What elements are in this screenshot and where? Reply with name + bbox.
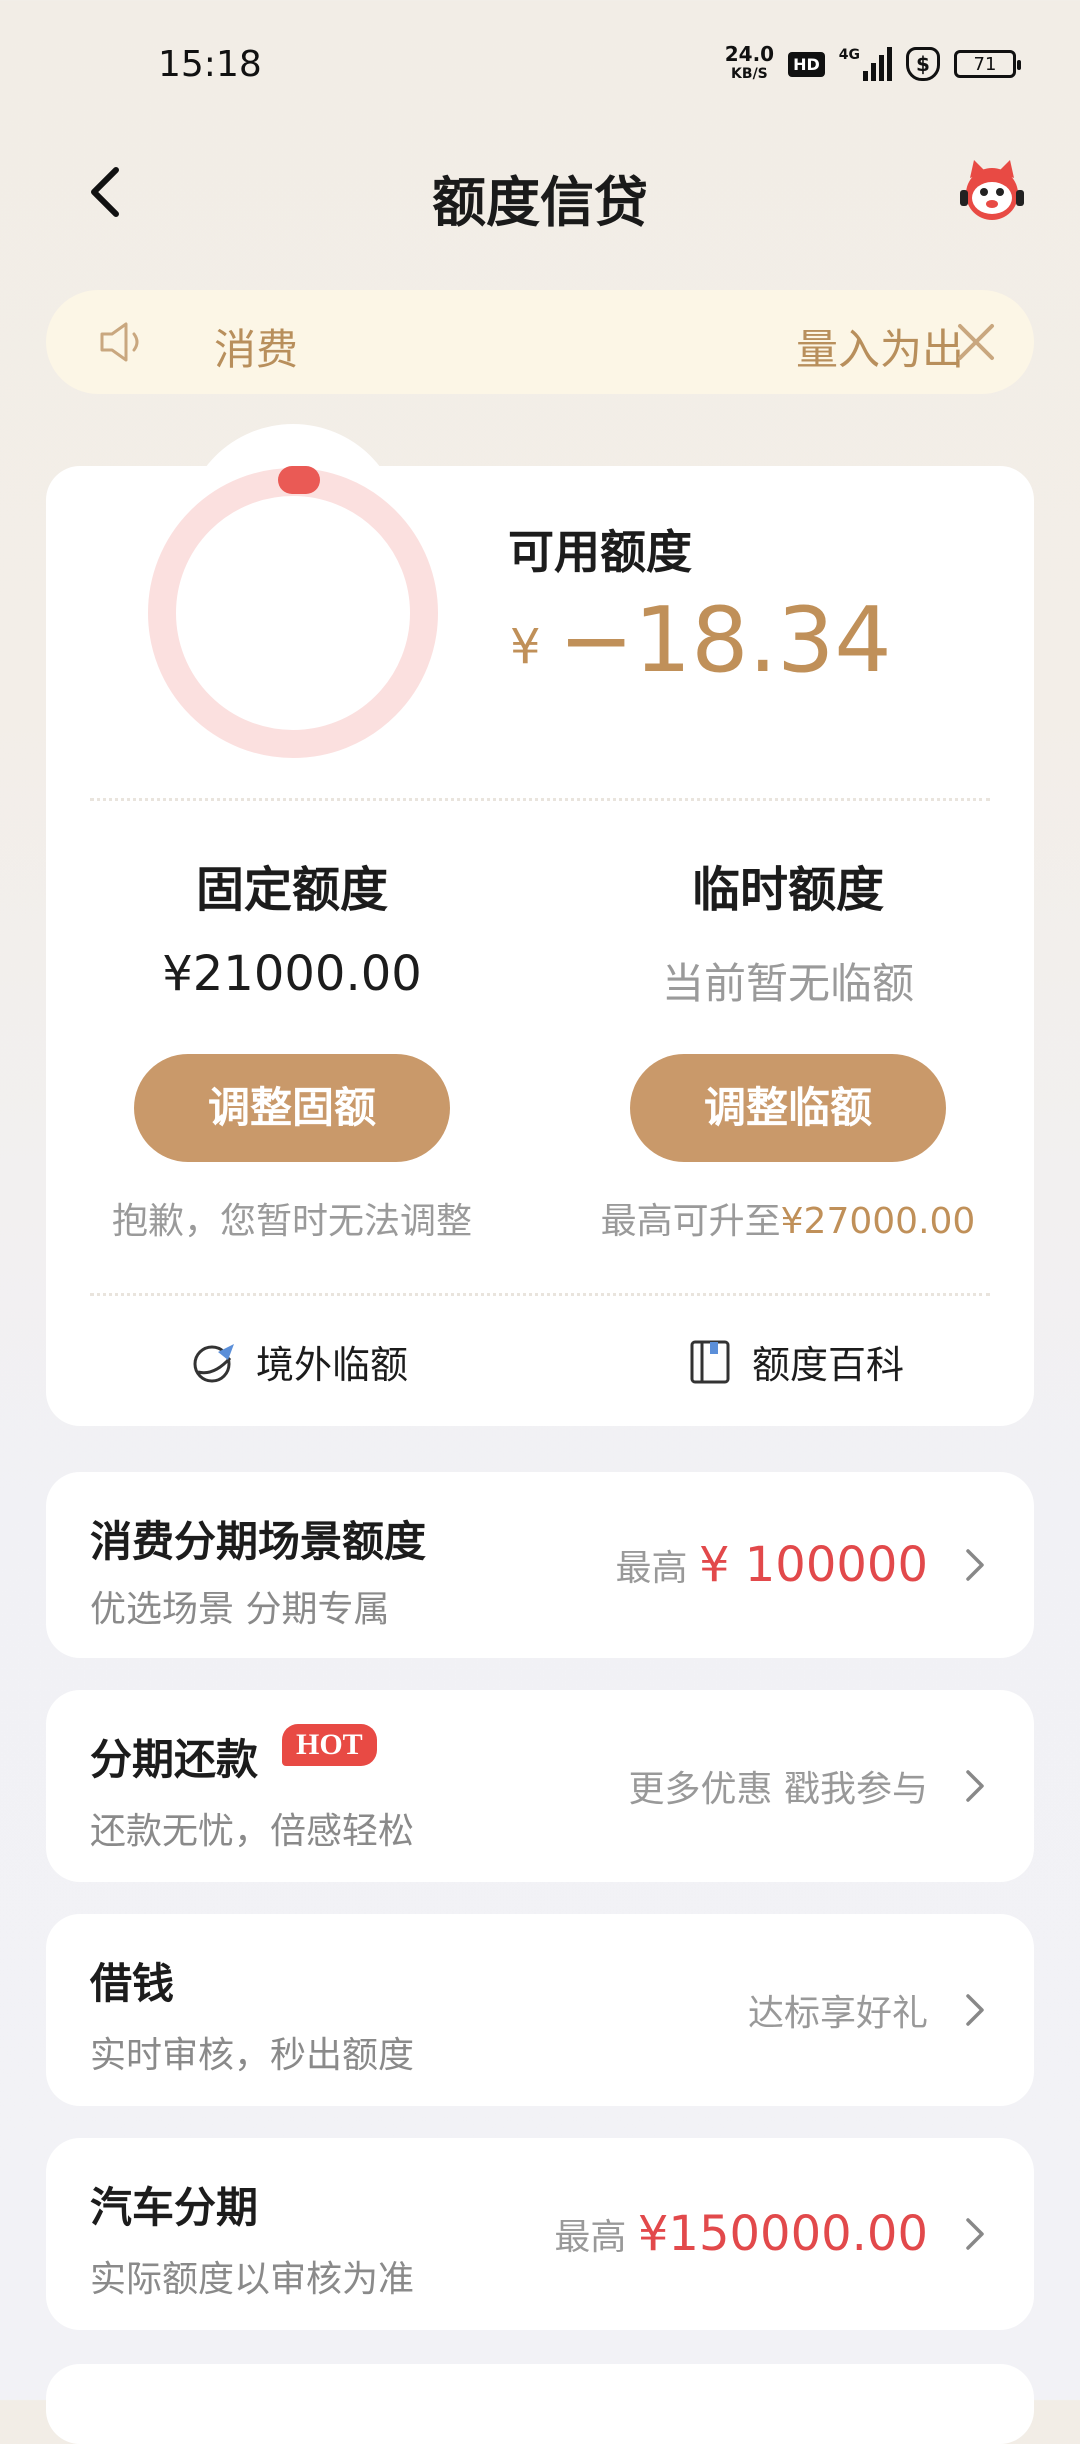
nav-header: 额度信贷 [0,140,1080,250]
list-item-borrow[interactable]: 借钱 实时审核，秒出额度 达标享好礼 [46,1914,1034,2106]
adjust-temp-button[interactable]: 调整临额 [630,1054,946,1162]
available-amount: ¥ −18.34 [510,588,892,693]
adjust-fixed-button[interactable]: 调整固额 [134,1054,450,1162]
list-item-consumer-installment[interactable]: 消费分期场景额度 优选场景 分期专属 最高 ¥ 100000 [46,1472,1034,1658]
list-item-installment-repayment[interactable]: 分期还款 HOT 还款无忧，倍感轻松 更多优惠 戳我参与 [46,1690,1034,1882]
notice-bar[interactable]: 消费 量入为出 [46,290,1034,394]
quota-ring [148,468,438,758]
quota-wiki-link[interactable]: 额度百科 [686,1334,904,1389]
shield-icon: $ [906,47,940,81]
temp-quota-value: 当前暂无临额 [661,959,914,1008]
row-right-info: 达标享好礼 [747,1993,928,2034]
chevron-right-icon [966,1770,984,1802]
customer-service-mascot-icon[interactable] [956,154,1028,226]
status-bar: 15:18 24.0 KB/S HD 4G $ 71 [0,0,1080,130]
net-speed: 24.0 KB/S [724,42,775,82]
available-label: 可用额度 [508,525,692,579]
hot-badge: HOT [282,1724,377,1766]
book-icon [690,1340,730,1383]
row-right-info: 最高 ¥ 100000 [615,1537,929,1593]
fixed-quota-note: 抱歉，您暂时无法调整 [111,1201,472,1242]
chevron-right-icon [966,1549,984,1581]
temp-quota-title: 临时额度 [691,862,884,918]
notice-text-2: 量入为出 [796,325,965,374]
globe-plane-icon [193,1343,234,1382]
fixed-quota-value: ¥21000.00 [162,946,422,1002]
status-icons: 24.0 KB/S HD 4G $ 71 [724,42,1021,84]
speaker-icon [100,322,139,362]
hd-icon: HD [788,51,825,77]
temp-quota-note: 最高可升至¥27000.00 [600,1201,976,1242]
overseas-temp-quota-link[interactable]: 境外临额 [190,1334,408,1389]
row-right-info: 更多优惠 戳我参与 [628,1769,928,1810]
status-time: 15:18 [158,44,262,85]
divider [90,798,990,801]
battery-icon: 71 [954,50,1021,78]
page-title: 额度信贷 [432,171,648,234]
close-icon[interactable] [954,320,998,364]
chevron-right-icon [966,1994,984,2026]
chevron-right-icon [966,2218,984,2250]
list-item-car-installment[interactable]: 汽车分期 实际额度以审核为准 最高 ¥150000.00 [46,2138,1034,2330]
row-right-info: 最高 ¥150000.00 [554,2206,928,2262]
ring-indicator [278,466,320,494]
divider [90,1293,990,1296]
signal-icon: 4G [839,47,892,81]
notice-text: 消费 [214,325,299,374]
list-item-next[interactable] [46,2364,1034,2444]
fixed-quota-title: 固定额度 [195,862,388,918]
